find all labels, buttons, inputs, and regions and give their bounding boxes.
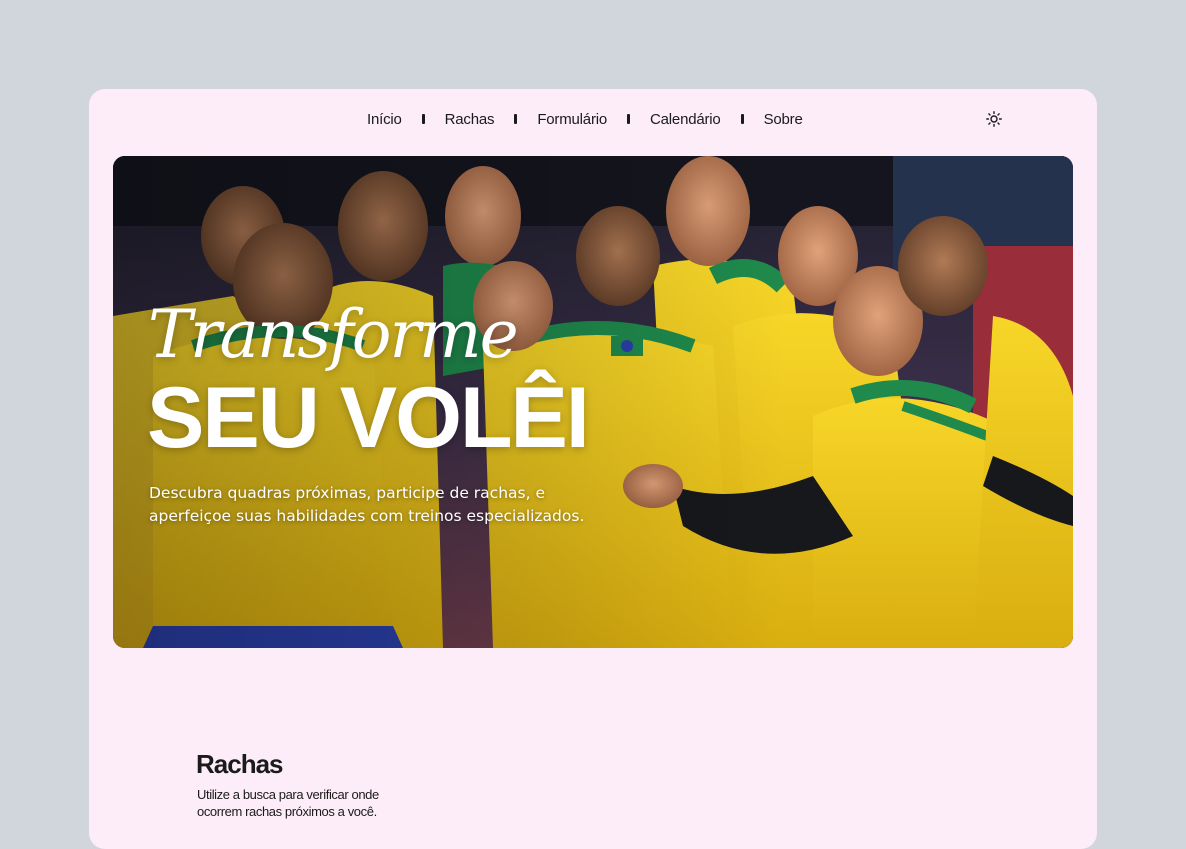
nav-list: Início Rachas Formulário Calendário Sobr…	[367, 108, 803, 130]
nav-link-rachas[interactable]: Rachas	[445, 111, 495, 128]
nav-link-calendario[interactable]: Calendário	[650, 111, 721, 128]
hero-description: Descubra quadras próximas, participe de …	[149, 484, 585, 525]
rachas-section-title: Rachas	[196, 749, 283, 779]
theme-toggle-button[interactable]	[985, 110, 1003, 128]
top-nav: Início Rachas Formulário Calendário Sobr…	[89, 108, 1097, 130]
nav-link-inicio[interactable]: Início	[367, 111, 402, 128]
hero-script-heading: Transforme	[148, 296, 519, 373]
nav-separator	[627, 114, 631, 124]
hero-banner: Transforme SEU VOLÊI Descubra quadras pr…	[113, 156, 1073, 648]
nav-separator	[514, 114, 518, 124]
nav-separator	[421, 114, 425, 124]
rachas-section-description: Utilize a busca para verificar onde ocor…	[197, 787, 379, 819]
nav-link-sobre[interactable]: Sobre	[764, 111, 803, 128]
nav-separator	[740, 114, 744, 124]
sun-icon	[986, 111, 1002, 127]
nav-link-formulario[interactable]: Formulário	[537, 111, 607, 128]
main-card: Início Rachas Formulário Calendário Sobr…	[89, 89, 1097, 849]
hero-title: SEU VOLÊI	[147, 370, 590, 466]
